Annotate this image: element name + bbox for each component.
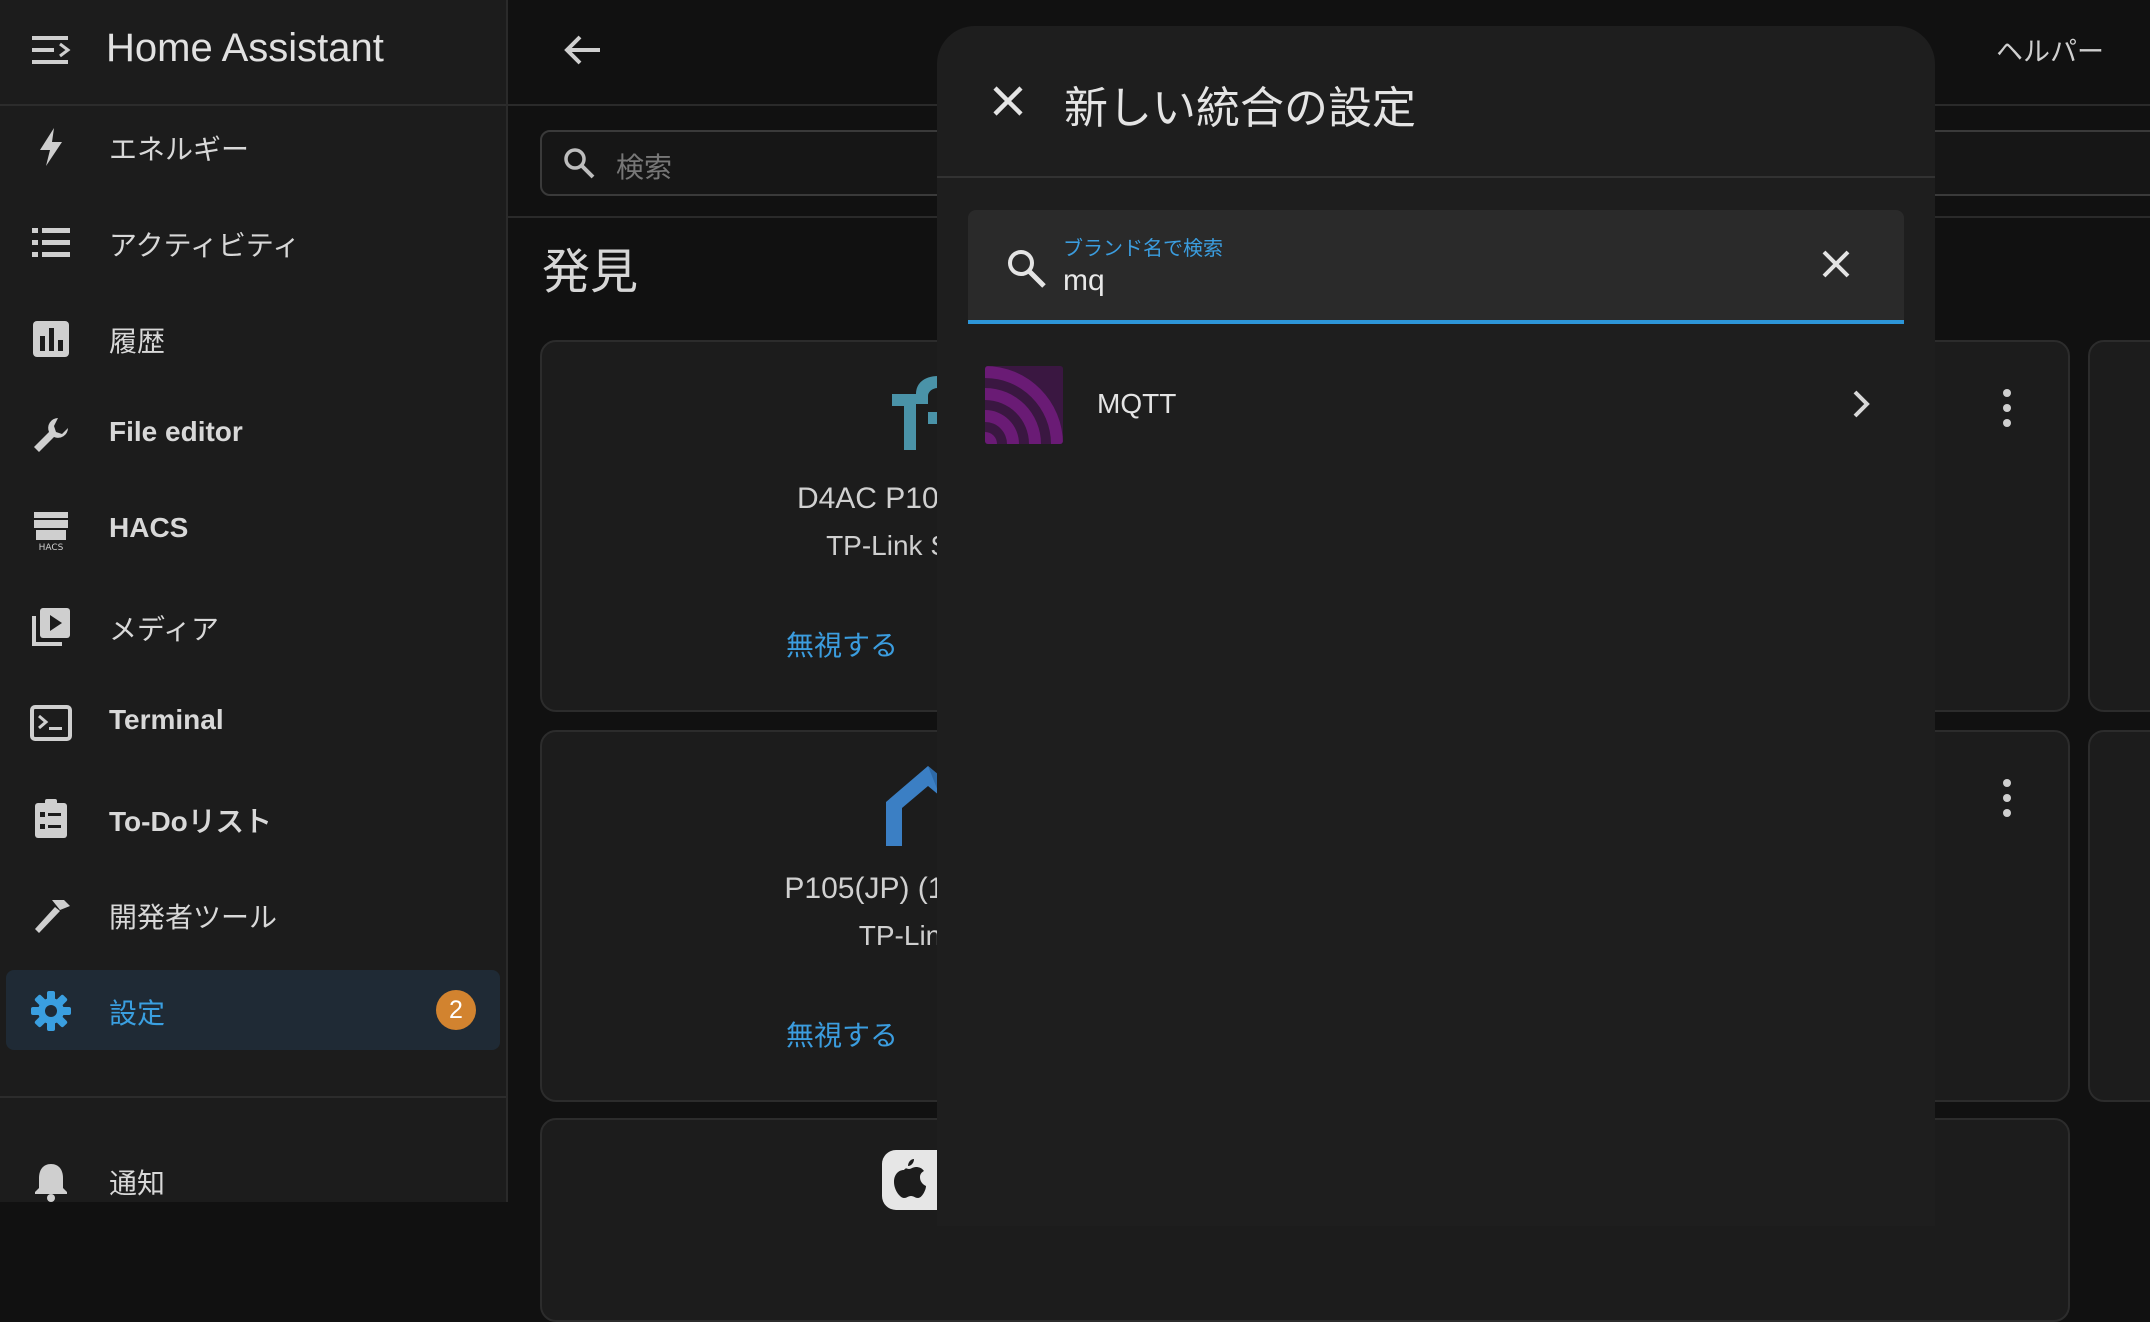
sidebar-item-file-editor[interactable]: File editor — [6, 394, 500, 474]
app-title: Home Assistant — [106, 26, 384, 70]
media-play-icon — [32, 608, 70, 646]
discovered-card-partial — [2088, 730, 2150, 1102]
more-vert-icon[interactable] — [2002, 778, 2012, 818]
sidebar-item-history[interactable]: 履歴 — [6, 298, 500, 378]
search-field-label: ブランド名で検索 — [1063, 238, 1223, 260]
sidebar-item-label: 設定 — [109, 998, 166, 1029]
sidebar-item-energy[interactable]: エネルギー — [6, 106, 500, 186]
back-arrow-icon[interactable] — [560, 28, 604, 72]
sidebar-item-terminal[interactable]: Terminal — [6, 682, 500, 762]
sidebar-item-label: 履歴 — [109, 326, 166, 357]
menu-icon[interactable] — [30, 32, 72, 68]
sidebar-header: Home Assistant — [0, 0, 506, 106]
sidebar-item-todo[interactable]: To-Doリスト — [6, 778, 500, 858]
more-vert-icon[interactable] — [2002, 388, 2012, 428]
chart-icon — [33, 321, 69, 357]
dialog-divider — [937, 176, 1935, 178]
close-icon[interactable] — [987, 80, 1029, 122]
search-icon — [1008, 250, 1046, 288]
hacs-icon: HACS — [34, 512, 68, 552]
sidebar: Home Assistant エネルギー アクティビティ 履歴 File edi… — [0, 0, 508, 1202]
hammer-icon — [35, 900, 70, 933]
mqtt-logo-icon — [985, 366, 1063, 444]
search-input[interactable]: mq — [1063, 264, 1105, 298]
discovered-card-partial — [2088, 340, 2150, 712]
sidebar-item-label: 通知 — [109, 1168, 166, 1199]
sidebar-item-label: エネルギー — [109, 134, 250, 165]
clear-icon[interactable] — [1818, 246, 1854, 282]
integration-result-mqtt[interactable]: MQTT — [937, 360, 1935, 448]
sidebar-item-label: メディア — [109, 614, 220, 645]
wrench-icon — [34, 418, 68, 452]
sidebar-item-hacs[interactable]: HACS HACS — [6, 490, 500, 570]
discovered-heading: 発見 — [542, 246, 639, 299]
sidebar-item-activity[interactable]: アクティビティ — [6, 202, 500, 282]
bell-icon — [35, 1164, 67, 1202]
lightning-icon — [40, 128, 62, 166]
chevron-right-icon — [1853, 390, 1870, 418]
gear-icon — [31, 991, 71, 1031]
terminal-icon — [30, 705, 72, 741]
sidebar-divider — [0, 1096, 506, 1098]
clipboard-list-icon — [35, 799, 67, 838]
sidebar-item-media[interactable]: メディア — [6, 586, 500, 666]
sidebar-item-label: HACS — [109, 512, 189, 543]
sidebar-item-label: To-Doリスト — [109, 806, 272, 837]
sidebar-item-notifications[interactable]: 通知 — [6, 1140, 500, 1220]
brand-search-field[interactable]: ブランド名で検索 mq — [968, 210, 1904, 324]
sidebar-item-settings[interactable]: 設定 2 — [6, 970, 500, 1050]
notification-badge: 2 — [436, 990, 476, 1030]
dialog-title: 新しい統合の設定 — [1064, 84, 1416, 133]
integration-name: MQTT — [1097, 388, 1177, 419]
sidebar-item-developer-tools[interactable]: 開発者ツール — [6, 874, 500, 954]
tab-helpers[interactable]: ヘルパー — [1996, 30, 2104, 69]
search-icon — [564, 148, 595, 179]
sidebar-item-label: アクティビティ — [109, 230, 301, 261]
list-icon — [32, 228, 70, 257]
search-placeholder: 検索 — [616, 152, 673, 183]
sidebar-item-label: 開発者ツール — [109, 902, 278, 933]
sidebar-item-label: Terminal — [109, 704, 224, 735]
svg-text:HACS: HACS — [39, 543, 64, 552]
add-integration-dialog: 新しい統合の設定 ブランド名で検索 mq MQTT — [937, 26, 1935, 1226]
sidebar-item-label: File editor — [109, 416, 243, 447]
